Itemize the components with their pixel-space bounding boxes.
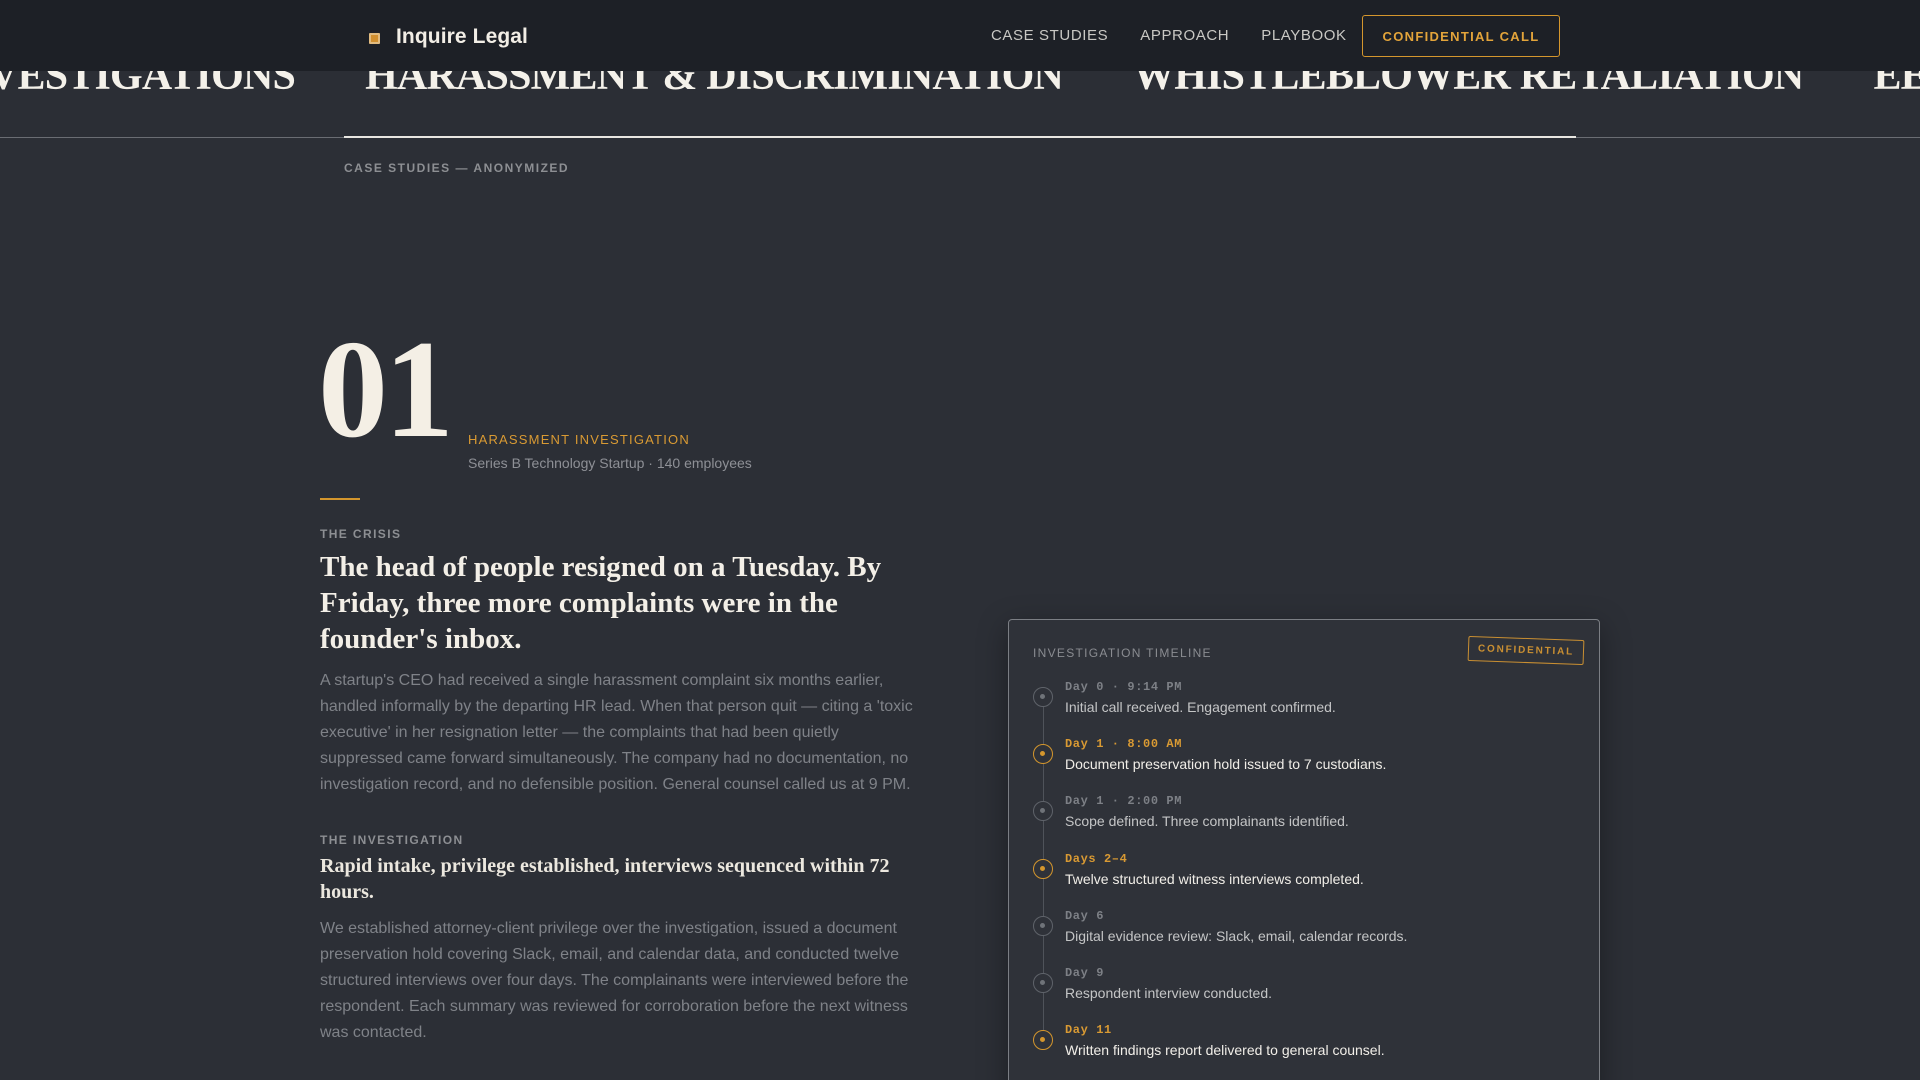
timeline-description: Written findings report delivered to gen… [1065,1042,1385,1059]
investigation-headline: Rapid intake, privilege established, int… [320,855,890,903]
confidential-stamp: CONFIDENTIAL [1467,635,1585,666]
timeline-time: Day 9 [1065,966,1105,980]
timeline-title: INVESTIGATION TIMELINE [1033,646,1212,660]
crisis-headline: The head of people resigned on a Tuesday… [320,551,882,655]
nav-playbook[interactable]: PLAYBOOK [1261,27,1346,44]
nav-approach[interactable]: APPROACH [1140,27,1229,44]
timeline-time: Day 1 · 8:00 AM [1065,737,1183,752]
timeline-time: Day 11 [1065,1023,1112,1038]
investigation-body: We established attorney-client privilege… [320,920,909,1041]
timeline-item: Day 1 · 2:00 PM Scope defined. Three comp… [1033,794,1573,844]
timeline-description: Respondent interview conducted. [1065,985,1273,1001]
timeline-time: Days 2–4 [1065,851,1128,866]
timeline-description: Document preservation hold issued to 7 c… [1065,756,1387,773]
site-header: Inquire Legal CASE STUDIES APPROACH PLAY… [0,0,1920,71]
timeline-dot-icon [1033,744,1053,765]
crisis-body: A startup's CEO had received a single ha… [320,672,913,793]
accent-rule [320,498,360,500]
timeline-dot-icon [1033,687,1053,707]
timeline-dot-icon [1033,973,1053,993]
brand-logo[interactable]: Inquire Legal [369,25,528,49]
main-nav: CASE STUDIES APPROACH PLAYBOOK [991,27,1347,44]
timeline-time: Day 1 · 2:00 PM [1065,794,1183,809]
brand-mark-icon [369,32,380,44]
investigation-label: THE INVESTIGATION [320,833,464,847]
timeline-dot-icon [1033,858,1053,879]
timeline-time: Day 0 · 9:14 PM [1065,680,1183,694]
timeline-dot-icon [1033,915,1053,936]
case-company: Series B Technology Startup · 140 employ… [468,455,752,471]
timeline-item: Day 6 Digital evidence review: Slack, ema… [1033,909,1573,959]
case-category: HARASSMENT INVESTIGATION [468,432,690,447]
timeline-item: Day 1 · 8:00 AM Document preservation hol… [1033,737,1573,787]
timeline-description: Initial call received. Engagement confir… [1065,699,1336,715]
timeline-dot-icon [1033,801,1053,822]
timeline-item: Day 9 Respondent interview conducted. [1033,966,1573,1016]
timeline-item: Day 0 · 9:14 PM Initial call received. En… [1033,680,1573,730]
timeline-time: Day 6 [1065,908,1105,923]
timeline-dot-icon [1033,1030,1053,1051]
marquee-divider-highlight [344,136,1576,138]
crisis-label: THE CRISIS [320,527,402,541]
section-label: CASE STUDIES — ANONYMIZED [344,161,570,175]
timeline-description: Scope defined. Three complainants identi… [1065,813,1349,830]
brand-name: Inquire Legal [396,25,528,48]
timeline-item: Day 11 Written findings report delivered … [1033,1023,1573,1073]
confidential-call-button[interactable]: CONFIDENTIAL CALL [1362,15,1560,57]
nav-case-studies[interactable]: CASE STUDIES [991,27,1108,44]
timeline-description: Twelve structured witness interviews com… [1065,870,1364,887]
investigation-timeline-card: INVESTIGATION TIMELINE CONFIDENTIAL Day … [1008,619,1600,1080]
timeline-item: Days 2–4 Twelve structured witness interv… [1033,852,1573,902]
case-number: 01 [318,312,454,467]
timeline-description: Digital evidence review: Slack, email, c… [1065,927,1408,944]
